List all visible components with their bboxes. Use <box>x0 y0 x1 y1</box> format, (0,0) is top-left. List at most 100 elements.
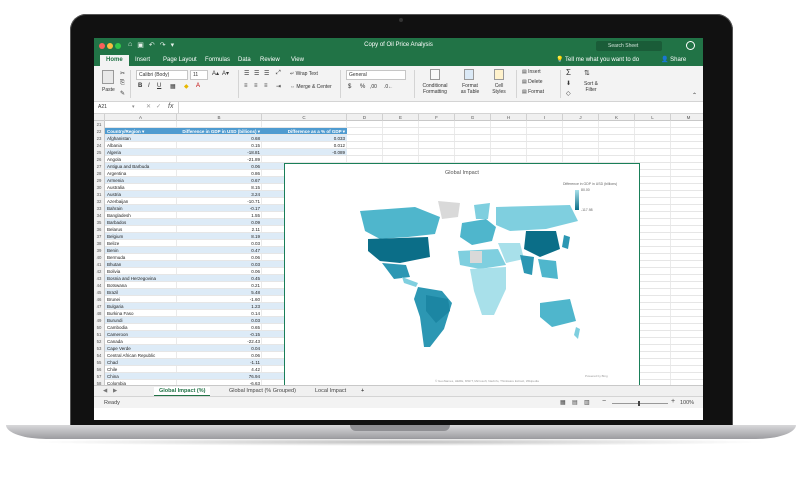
align-top-icon[interactable]: ☰ <box>244 70 249 77</box>
cell[interactable]: Burkina Faso <box>105 310 177 316</box>
cell[interactable]: 76.94 <box>177 373 262 379</box>
cell[interactable]: 0.06 <box>177 352 262 358</box>
font-color-icon[interactable]: A <box>196 83 200 89</box>
decrease-font-icon[interactable]: A▾ <box>222 70 229 77</box>
row-header[interactable]: 44 <box>94 282 105 289</box>
cell[interactable]: 0.45 <box>177 275 262 281</box>
row-header[interactable]: 51 <box>94 331 105 338</box>
row-header[interactable]: 32 <box>94 198 105 205</box>
cell[interactable]: Bosnia and Herzegovina <box>105 275 177 281</box>
insert-function-button[interactable]: fx <box>168 103 173 110</box>
cell[interactable]: 0.86 <box>177 170 262 176</box>
row-header[interactable]: 29 <box>94 177 105 184</box>
cell[interactable]: Bahrain <box>105 205 177 211</box>
bold-button[interactable]: B <box>138 83 142 89</box>
cell[interactable] <box>177 121 262 127</box>
row-header[interactable]: 56 <box>94 366 105 373</box>
add-sheet-button[interactable]: + <box>356 387 369 395</box>
cell[interactable]: Canada <box>105 338 177 344</box>
zoom-in-icon[interactable]: + <box>671 398 675 405</box>
currency-icon[interactable]: $ <box>348 84 351 90</box>
conditional-formatting-icon[interactable] <box>430 69 440 80</box>
collapse-ribbon-icon[interactable]: ⌃ <box>692 92 697 99</box>
insert-button[interactable]: ▤ Insert <box>522 69 541 75</box>
number-format-select[interactable]: General <box>346 70 406 80</box>
cell[interactable]: Chile <box>105 366 177 372</box>
cell[interactable]: Brunei <box>105 296 177 302</box>
paste-label[interactable]: Paste <box>102 87 115 93</box>
page-layout-view-icon[interactable]: ▤ <box>572 399 578 406</box>
format-as-table-label[interactable]: Format as Table <box>456 83 484 95</box>
cell[interactable]: 1.23 <box>177 303 262 309</box>
cell[interactable]: Botswana <box>105 282 177 288</box>
cell[interactable]: Belize <box>105 240 177 246</box>
font-name-select[interactable]: Calibri (Body) <box>136 70 188 80</box>
column-header-i[interactable]: I <box>527 114 563 121</box>
conditional-formatting-label[interactable]: Conditional Formatting <box>416 83 454 95</box>
row-header[interactable]: 35 <box>94 219 105 226</box>
column-header-l[interactable]: L <box>635 114 671 121</box>
tab-view[interactable]: View <box>288 56 307 64</box>
cell[interactable]: -0.15 <box>177 331 262 337</box>
cell[interactable]: Belgium <box>105 233 177 239</box>
cell-styles-label[interactable]: Cell Styles <box>488 83 510 95</box>
tab-insert[interactable]: Insert <box>132 56 153 64</box>
cell[interactable]: Benin <box>105 247 177 253</box>
paste-icon[interactable] <box>102 70 114 84</box>
cell[interactable] <box>262 156 347 162</box>
next-sheet-icon[interactable]: ▶ <box>108 387 122 395</box>
cell[interactable]: 8.15 <box>177 184 262 190</box>
cell[interactable]: Difference as a % of GDP ▾ <box>262 128 347 134</box>
cell[interactable]: Central African Republic <box>105 352 177 358</box>
align-left-icon[interactable]: ≡ <box>244 83 248 89</box>
cell[interactable]: -0.17 <box>177 205 262 211</box>
share-button[interactable]: 👤 Share <box>661 56 686 63</box>
italic-button[interactable]: I <box>148 83 150 89</box>
cell[interactable]: Argentina <box>105 170 177 176</box>
cell[interactable]: Bolivia <box>105 268 177 274</box>
cell[interactable]: Belarus <box>105 226 177 232</box>
column-header-m[interactable]: M <box>671 114 703 121</box>
cell[interactable]: 0.04 <box>177 345 262 351</box>
normal-view-icon[interactable]: ▦ <box>560 399 566 406</box>
row-header[interactable]: 27 <box>94 163 105 170</box>
tab-home[interactable]: Home <box>100 55 129 66</box>
font-size-select[interactable]: 11 <box>190 70 208 80</box>
cell[interactable]: Azerbaijan <box>105 198 177 204</box>
cell[interactable]: Barbados <box>105 219 177 225</box>
cell[interactable]: 2.11 <box>177 226 262 232</box>
row-header[interactable]: 31 <box>94 191 105 198</box>
column-header-f[interactable]: F <box>419 114 455 121</box>
row-header[interactable]: 37 <box>94 233 105 240</box>
zoom-level[interactable]: 100% <box>680 400 694 406</box>
row-header[interactable]: 42 <box>94 268 105 275</box>
column-header-c[interactable]: C <box>262 114 347 121</box>
user-icon[interactable] <box>686 41 695 50</box>
borders-icon[interactable]: ▦ <box>170 83 176 90</box>
row-header[interactable]: 23 <box>94 135 105 142</box>
cell[interactable]: 0.65 <box>177 324 262 330</box>
comma-icon[interactable]: ,00 <box>370 84 377 90</box>
fill-color-icon[interactable]: ◆ <box>184 83 189 90</box>
cell[interactable]: -18.81 <box>177 149 262 155</box>
cell[interactable]: Antigua and Barbuda <box>105 163 177 169</box>
cell[interactable]: 0.15 <box>177 142 262 148</box>
column-header-b[interactable]: B <box>177 114 262 121</box>
merge-center-button[interactable]: ⇔ Merge & Center <box>290 84 332 90</box>
tab-page-layout[interactable]: Page Layout <box>160 56 200 64</box>
cell[interactable]: Chad <box>105 359 177 365</box>
cell[interactable]: -10.71 <box>177 198 262 204</box>
cell[interactable]: -22.43 <box>177 338 262 344</box>
row-header[interactable]: 50 <box>94 324 105 331</box>
formula-input[interactable] <box>182 103 697 113</box>
percent-icon[interactable]: % <box>360 84 365 90</box>
wrap-text-button[interactable]: ↵ Wrap Text <box>290 71 318 77</box>
row-header[interactable]: 39 <box>94 247 105 254</box>
cell[interactable]: 0.06 <box>177 254 262 260</box>
cell[interactable]: Burundi <box>105 317 177 323</box>
cell[interactable]: Cambodia <box>105 324 177 330</box>
sort-filter-icon[interactable]: ⇅ <box>584 69 590 77</box>
cell[interactable]: 8.19 <box>177 233 262 239</box>
row-header[interactable]: 36 <box>94 226 105 233</box>
cell[interactable]: 0.09 <box>177 219 262 225</box>
